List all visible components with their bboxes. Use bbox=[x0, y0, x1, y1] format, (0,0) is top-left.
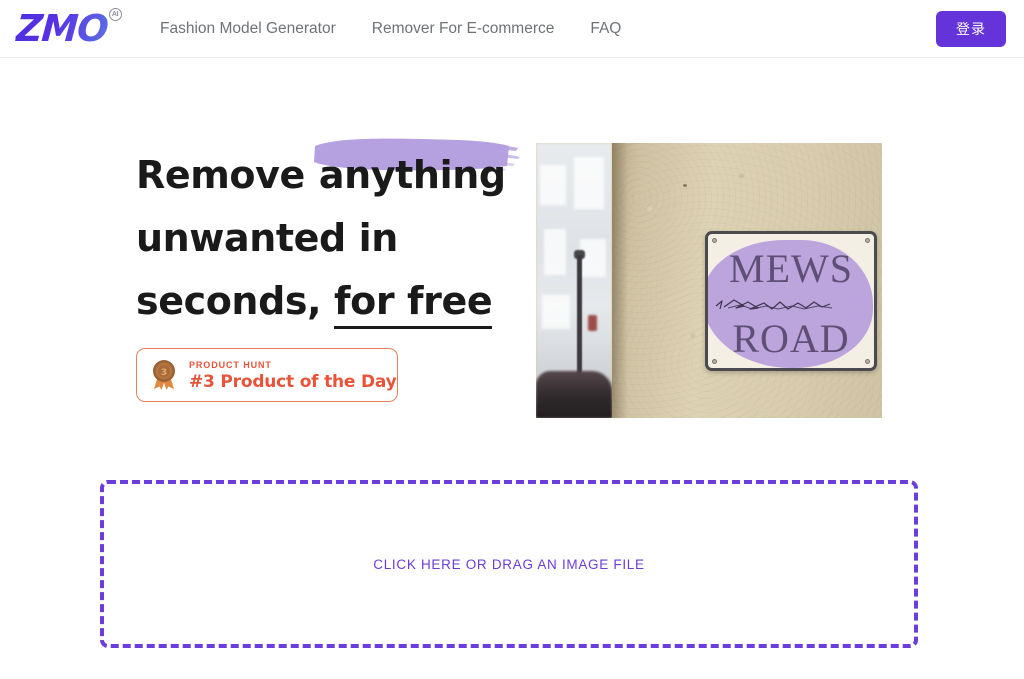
headline-word-remove: Remove bbox=[136, 153, 305, 197]
headline-line-3: seconds, for free bbox=[136, 270, 536, 333]
zmo-logo[interactable]: ZMO AI bbox=[14, 7, 122, 51]
street-red-object bbox=[588, 315, 597, 331]
ai-badge-icon: AI bbox=[108, 8, 122, 21]
headline-word-anything: anything bbox=[318, 153, 506, 197]
headline-line-2: unwanted in bbox=[136, 216, 398, 260]
product-hunt-text: PRODUCT HUNT #3 Product of the Day bbox=[189, 359, 397, 392]
login-button[interactable]: 登录 bbox=[936, 11, 1006, 47]
parked-car bbox=[536, 371, 612, 418]
wall-edge-shadow bbox=[612, 143, 628, 418]
graffiti-scribble-icon bbox=[715, 299, 833, 310]
sign-screw bbox=[712, 359, 717, 364]
page-title: Remove anything unwanted in seconds, for… bbox=[136, 138, 536, 333]
nav-item-fashion-model-generator[interactable]: Fashion Model Generator bbox=[160, 20, 336, 38]
sign-screw bbox=[865, 359, 870, 364]
product-hunt-badge[interactable]: 3 PRODUCT HUNT #3 Product of the Day bbox=[136, 348, 398, 402]
hero-section: Remove anything unwanted in seconds, for… bbox=[0, 58, 1024, 478]
nav-item-faq[interactable]: FAQ bbox=[590, 20, 621, 38]
logo-wordmark: ZMO bbox=[14, 7, 110, 50]
lamp-post bbox=[577, 255, 582, 383]
medal-svg: 3 bbox=[153, 360, 175, 390]
sign-screw bbox=[712, 238, 717, 243]
hero-demo-image: MEWS ROAD bbox=[536, 143, 882, 418]
headline-word-for-free: for free bbox=[333, 270, 493, 333]
medal-rank-text: 3 bbox=[161, 368, 167, 378]
headline-word-seconds: seconds, bbox=[136, 279, 322, 323]
street-window bbox=[540, 165, 566, 205]
sign-screw bbox=[865, 238, 870, 243]
street-window bbox=[574, 157, 604, 209]
dropzone-label: CLICK HERE OR DRAG AN IMAGE FILE bbox=[373, 556, 645, 572]
main-navigation: Fashion Model Generator Remover For E-co… bbox=[160, 0, 621, 58]
site-header: ZMO AI Fashion Model Generator Remover F… bbox=[0, 0, 1024, 58]
product-hunt-kicker: PRODUCT HUNT bbox=[189, 359, 272, 370]
sign-line-mews: MEWS bbox=[729, 246, 853, 291]
street-window bbox=[542, 295, 570, 329]
product-hunt-title: #3 Product of the Day bbox=[189, 371, 397, 392]
wall-blemish bbox=[683, 184, 687, 187]
page-root: ZMO AI Fashion Model Generator Remover F… bbox=[0, 0, 1024, 679]
sign-line-road: ROAD bbox=[732, 316, 850, 361]
headline-highlight-anything: anything bbox=[313, 138, 520, 207]
street-window bbox=[544, 229, 566, 275]
headline-line-1: Remove anything bbox=[136, 138, 536, 207]
image-dropzone[interactable]: CLICK HERE OR DRAG AN IMAGE FILE bbox=[100, 480, 918, 648]
nav-item-remover-for-ecommerce[interactable]: Remover For E-commerce bbox=[372, 20, 555, 38]
street-sign: MEWS ROAD bbox=[705, 231, 877, 371]
medal-icon: 3 bbox=[150, 359, 178, 391]
